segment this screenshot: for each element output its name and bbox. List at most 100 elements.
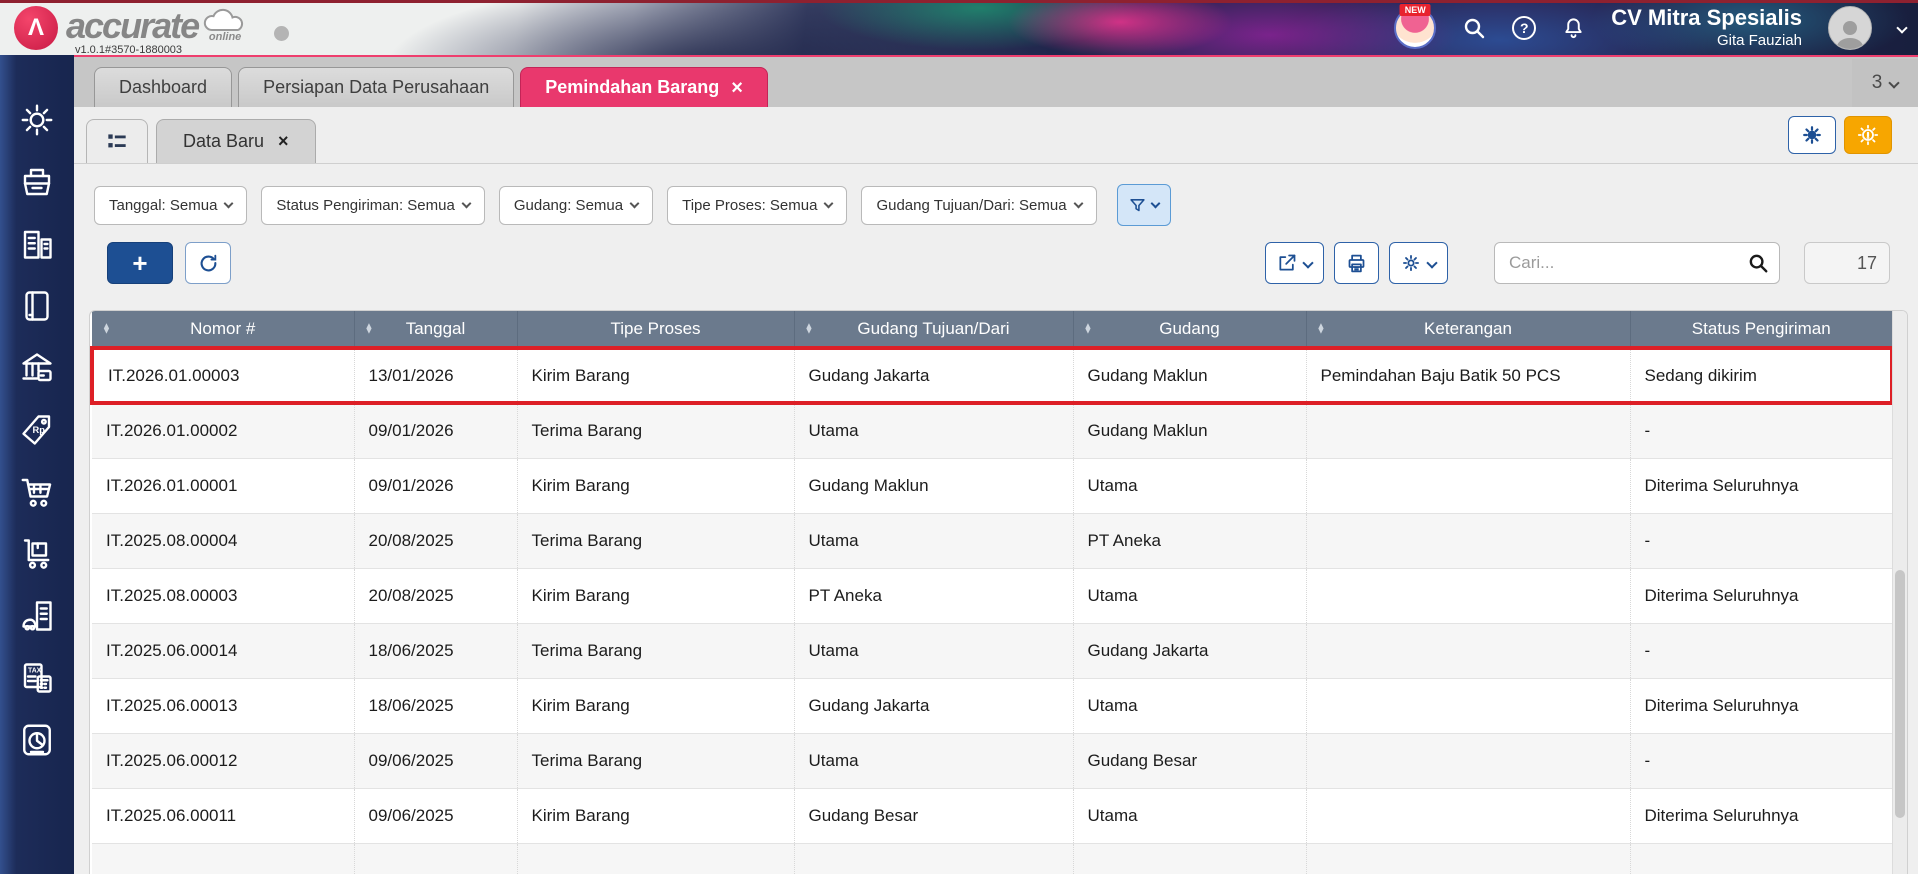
sidebar-item-tax[interactable]: TAX xyxy=(17,659,57,697)
sidebar-item-cart[interactable] xyxy=(17,473,57,511)
scrollbar-thumb[interactable] xyxy=(1895,569,1905,818)
search-icon[interactable] xyxy=(1747,252,1769,279)
table-row[interactable]: IT.2025.06.00011 09/06/2025 Kirim Barang Gu… xyxy=(92,788,1892,844)
column-header-tanggal[interactable]: Tanggal xyxy=(354,311,518,348)
cell xyxy=(1306,513,1631,569)
search-icon[interactable] xyxy=(1462,16,1486,40)
table-row[interactable] xyxy=(92,843,1892,874)
sort-icon[interactable] xyxy=(1084,323,1093,334)
app-header: Λ accurate online v1.0.1#3570-1880003 NE… xyxy=(0,0,1918,56)
subtab-label: Data Baru xyxy=(183,131,265,151)
cell: Terima Barang xyxy=(517,733,795,789)
table-row[interactable]: IT.2025.08.00004 20/08/2025 Terima Barang U… xyxy=(92,513,1892,569)
filter-dropdown-gudang-tujuan-dari[interactable]: Gudang Tujuan/Dari: Semua xyxy=(861,185,1097,225)
sidebar-item-asset[interactable] xyxy=(17,597,57,635)
mascot-button[interactable]: NEW xyxy=(1394,3,1437,49)
notifications-bell-icon[interactable] xyxy=(1562,16,1585,40)
export-button[interactable] xyxy=(1265,242,1324,284)
close-tab-icon[interactable]: × xyxy=(731,78,743,98)
column-header-gudang[interactable]: Gudang xyxy=(1073,311,1307,348)
sidebar-item-price-rp[interactable]: Rp xyxy=(17,411,57,449)
sidebar-item-delivery[interactable] xyxy=(17,535,57,573)
cell xyxy=(1073,843,1307,874)
column-header-gudang-tujuan-dari[interactable]: Gudang Tujuan/Dari xyxy=(794,311,1074,348)
cell: Utama xyxy=(1073,788,1307,844)
sort-icon[interactable] xyxy=(1317,323,1326,334)
add-icon: + xyxy=(132,247,148,278)
chevron-down-icon xyxy=(1888,77,1900,89)
column-header-nomor[interactable]: Nomor # xyxy=(92,311,355,348)
table-row[interactable]: IT.2025.08.00003 20/08/2025 Kirim Barang PT… xyxy=(92,568,1892,624)
cell: 18/06/2025 xyxy=(354,623,518,679)
cell: - xyxy=(1630,403,1892,459)
tips-bulb-button[interactable] xyxy=(1844,116,1892,154)
record-count-value: 17 xyxy=(1856,252,1877,273)
search-input[interactable] xyxy=(1494,242,1780,284)
report-pie-icon xyxy=(23,724,51,756)
main-tabstrip: Dashboard Persiapan Data Perusahaan Pemind… xyxy=(74,55,1918,107)
table-row[interactable]: IT.2026.01.00001 09/01/2026 Kirim Barang Gu… xyxy=(92,458,1892,514)
cell: IT.2025.06.00013 xyxy=(92,678,355,734)
company-icon xyxy=(23,230,52,259)
filter-dropdown-status-pengiriman[interactable]: Status Pengiriman: Semua xyxy=(261,185,485,225)
main-tab-dashboard[interactable]: Dashboard xyxy=(94,67,233,107)
sidebar-item-journal[interactable] xyxy=(17,287,57,325)
cell: Utama xyxy=(794,513,1074,569)
table-header: Nomor # Tanggal Tipe Proses Gudang Tujuan/D… xyxy=(92,311,1892,348)
column-header-keterangan[interactable]: Keterangan xyxy=(1306,311,1631,348)
cell: Terima Barang xyxy=(517,623,795,679)
sidebar-item-company[interactable] xyxy=(17,225,57,263)
vertical-scrollbar[interactable] xyxy=(1892,311,1907,874)
table-row[interactable]: IT.2025.06.00014 18/06/2025 Terima Barang U… xyxy=(92,623,1892,679)
main-tab-pemindahan-barang[interactable]: Pemindahan Barang × xyxy=(520,67,768,107)
user-avatar[interactable] xyxy=(1828,5,1872,50)
filter-dropdown-tanggal[interactable]: Tanggal: Semua xyxy=(94,185,248,225)
cell: Utama xyxy=(794,733,1074,789)
cart-icon xyxy=(21,478,52,507)
sort-icon[interactable] xyxy=(365,323,374,334)
tab-overflow-button[interactable]: 3 xyxy=(1852,59,1918,107)
filter-dropdown-tipe-proses[interactable]: Tipe Proses: Semua xyxy=(667,185,848,225)
cell: IT.2026.01.00002 xyxy=(92,403,355,459)
print-button[interactable] xyxy=(1334,242,1379,284)
sort-icon[interactable] xyxy=(805,323,814,334)
cell: Kirim Barang xyxy=(517,568,795,624)
table-settings-button[interactable] xyxy=(1389,242,1448,284)
table-row[interactable]: IT.2026.01.00002 09/01/2026 Terima Barang U… xyxy=(92,403,1892,459)
column-header-status-pengiriman[interactable]: Status Pengiriman xyxy=(1630,311,1892,348)
filter-dropdown-gudang[interactable]: Gudang: Semua xyxy=(498,185,654,225)
list-view-tab[interactable] xyxy=(86,119,148,163)
sidebar-item-settings[interactable] xyxy=(17,101,57,139)
table-row[interactable]: IT.2026.01.00003 13/01/2026 Kirim Barang Gu… xyxy=(90,346,1894,405)
cell xyxy=(794,843,1074,874)
cell: Gudang Maklun xyxy=(1073,403,1307,459)
main-tab-persiapan-data-perusahaan[interactable]: Persiapan Data Perusahaan xyxy=(238,67,515,107)
filter-label: Gudang Tujuan/Dari: Semua xyxy=(876,196,1067,214)
refresh-button[interactable] xyxy=(185,242,231,284)
subtab-data-baru[interactable]: Data Baru × xyxy=(156,119,316,163)
sidebar-item-bank[interactable] xyxy=(17,349,57,387)
help-icon[interactable]: ? xyxy=(1512,15,1537,40)
column-header-tipe-proses[interactable]: Tipe Proses xyxy=(517,311,795,348)
sort-icon[interactable] xyxy=(102,323,111,334)
filter-label: Status Pengiriman: Semua xyxy=(276,196,455,214)
add-button[interactable]: + xyxy=(107,242,173,284)
sidebar-item-report[interactable] xyxy=(17,721,57,759)
close-subtab-icon[interactable]: × xyxy=(278,131,289,152)
chevron-down-icon xyxy=(1302,257,1314,269)
cell: Kirim Barang xyxy=(517,458,795,514)
account-chevron-down-icon[interactable] xyxy=(1896,21,1908,34)
delivery-handtruck-icon xyxy=(23,539,50,569)
filter-label: Tanggal: Semua xyxy=(109,196,218,214)
sidebar-item-cashier[interactable] xyxy=(17,163,57,201)
accurate-logo-icon: Λ xyxy=(14,6,58,50)
brand-sub-label: online xyxy=(208,31,242,43)
advanced-filter-button[interactable] xyxy=(1116,184,1171,226)
table-row[interactable]: IT.2025.06.00013 18/06/2025 Kirim Barang Gu… xyxy=(92,678,1892,734)
cell: Utama xyxy=(794,403,1074,459)
table-row[interactable]: IT.2025.06.00012 09/06/2025 Terima Barang U… xyxy=(92,733,1892,789)
cell: Pemindahan Baju Batik 50 PCS xyxy=(1306,346,1631,405)
cell xyxy=(1306,843,1631,874)
settings-gear-button[interactable] xyxy=(1788,116,1836,154)
cell xyxy=(1306,458,1631,514)
